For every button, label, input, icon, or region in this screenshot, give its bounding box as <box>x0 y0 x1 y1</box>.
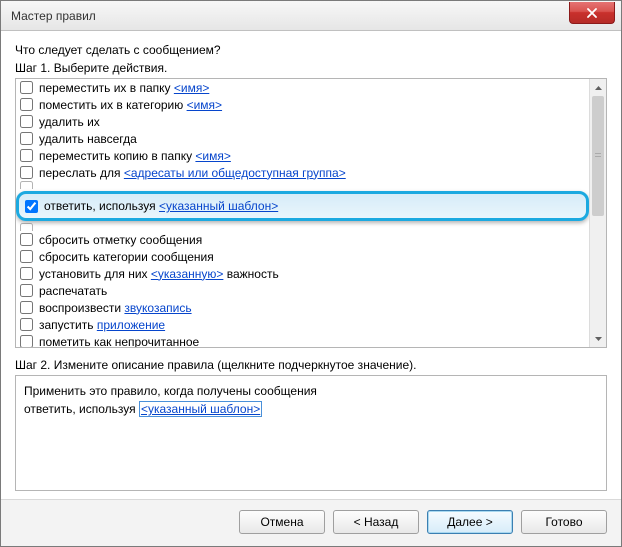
action-row[interactable]: поместить их в категорию <имя> <box>16 96 589 113</box>
close-button[interactable] <box>569 2 615 24</box>
action-checkbox[interactable] <box>20 284 33 297</box>
action-checkbox[interactable] <box>20 318 33 331</box>
action-checkbox[interactable] <box>20 149 33 162</box>
description-line2: ответить, используя <указанный шаблон> <box>24 400 598 418</box>
action-checkbox[interactable] <box>20 223 33 231</box>
scroll-up-button[interactable] <box>590 79 606 96</box>
action-checkbox[interactable] <box>20 301 33 314</box>
action-row[interactable]: переместить их в папку <имя> <box>16 79 589 96</box>
action-text: переместить их в папку <имя> <box>39 81 209 95</box>
action-row[interactable]: сбросить категории сообщения <box>16 248 589 265</box>
rules-wizard-window: Мастер правил Что следует сделать с сооб… <box>0 0 622 547</box>
action-text: ответить, используя <указанный шаблон> <box>44 199 278 213</box>
action-text: запустить приложение <box>39 318 165 332</box>
content-area: Что следует сделать с сообщением? Шаг 1.… <box>1 31 621 499</box>
action-text: удалить навсегда <box>39 132 137 146</box>
description-line1: Применить это правило, когда получены со… <box>24 382 598 400</box>
action-checkbox[interactable] <box>20 233 33 246</box>
action-text: удалить их <box>39 115 100 129</box>
template-link[interactable]: <указанный шаблон> <box>139 401 262 417</box>
chevron-up-icon <box>595 86 602 90</box>
action-link[interactable]: звукозапись <box>124 301 191 315</box>
actions-listbox: переместить их в папку <имя> поместить их… <box>15 78 607 348</box>
action-checkbox[interactable] <box>20 250 33 263</box>
scroll-down-button[interactable] <box>590 330 606 347</box>
action-text: воспроизвести звукозапись <box>39 301 192 315</box>
action-link[interactable]: <имя> <box>174 81 209 95</box>
action-link[interactable]: <указанный шаблон> <box>159 199 278 213</box>
action-checkbox[interactable] <box>20 115 33 128</box>
finish-button[interactable]: Готово <box>521 510 607 534</box>
next-button[interactable]: Далее > <box>427 510 513 534</box>
action-row-partial: … <box>16 181 589 189</box>
vertical-scrollbar[interactable] <box>589 79 606 347</box>
scroll-track[interactable] <box>590 96 606 330</box>
window-title: Мастер правил <box>11 9 96 23</box>
action-text: поместить их в категорию <имя> <box>39 98 222 112</box>
action-row[interactable]: ответить, используя <указанный шаблон> <box>21 196 584 216</box>
action-row[interactable]: переместить копию в папку <имя> <box>16 147 589 164</box>
action-row-highlighted[interactable]: ответить, используя <указанный шаблон> <box>16 191 589 221</box>
action-link[interactable]: <имя> <box>195 149 230 163</box>
action-row-partial: … <box>16 223 589 231</box>
action-checkbox[interactable] <box>20 166 33 179</box>
close-icon <box>587 8 597 18</box>
back-button[interactable]: < Назад <box>333 510 419 534</box>
action-checkbox[interactable] <box>20 132 33 145</box>
action-checkbox[interactable] <box>20 98 33 111</box>
step2-label: Шаг 2. Измените описание правила (щелкни… <box>15 358 607 372</box>
action-row[interactable]: сбросить отметку сообщения <box>16 231 589 248</box>
action-row[interactable]: переслать для <адресаты или общедоступна… <box>16 164 589 181</box>
action-link[interactable]: <имя> <box>187 98 222 112</box>
chevron-down-icon <box>595 337 602 341</box>
action-row[interactable]: установить для них <указанную> важность <box>16 265 589 282</box>
action-text: сбросить категории сообщения <box>39 250 214 264</box>
cancel-button[interactable]: Отмена <box>239 510 325 534</box>
action-checkbox[interactable] <box>20 81 33 94</box>
step1-question: Что следует сделать с сообщением? <box>15 43 607 57</box>
action-row[interactable]: удалить навсегда <box>16 130 589 147</box>
action-row[interactable]: пометить как непрочитанное <box>16 333 589 347</box>
action-text: пометить как непрочитанное <box>39 335 199 348</box>
action-text: сбросить отметку сообщения <box>39 233 202 247</box>
action-row[interactable]: воспроизвести звукозапись <box>16 299 589 316</box>
action-checkbox[interactable] <box>25 200 38 213</box>
titlebar: Мастер правил <box>1 1 621 31</box>
step1-label: Шаг 1. Выберите действия. <box>15 61 607 75</box>
scroll-thumb[interactable] <box>592 96 604 216</box>
action-link[interactable]: <указанную> <box>151 267 224 281</box>
action-row[interactable]: удалить их <box>16 113 589 130</box>
action-checkbox[interactable] <box>20 267 33 280</box>
description-box: Применить это правило, когда получены со… <box>15 375 607 491</box>
action-text: переместить копию в папку <имя> <box>39 149 231 163</box>
action-link[interactable]: <адресаты или общедоступная группа> <box>124 166 346 180</box>
action-link[interactable]: приложение <box>97 318 165 332</box>
action-text: установить для них <указанную> важность <box>39 267 279 281</box>
action-text: переслать для <адресаты или общедоступна… <box>39 166 346 180</box>
action-checkbox[interactable] <box>20 181 33 189</box>
description-line2-text: ответить, используя <box>24 402 139 416</box>
action-row[interactable]: запустить приложение <box>16 316 589 333</box>
action-checkbox[interactable] <box>20 335 33 347</box>
button-bar: Отмена < Назад Далее > Готово <box>1 499 621 546</box>
action-row[interactable]: распечатать <box>16 282 589 299</box>
actions-scroll: переместить их в папку <имя> поместить их… <box>16 79 589 347</box>
action-text: распечатать <box>39 284 107 298</box>
